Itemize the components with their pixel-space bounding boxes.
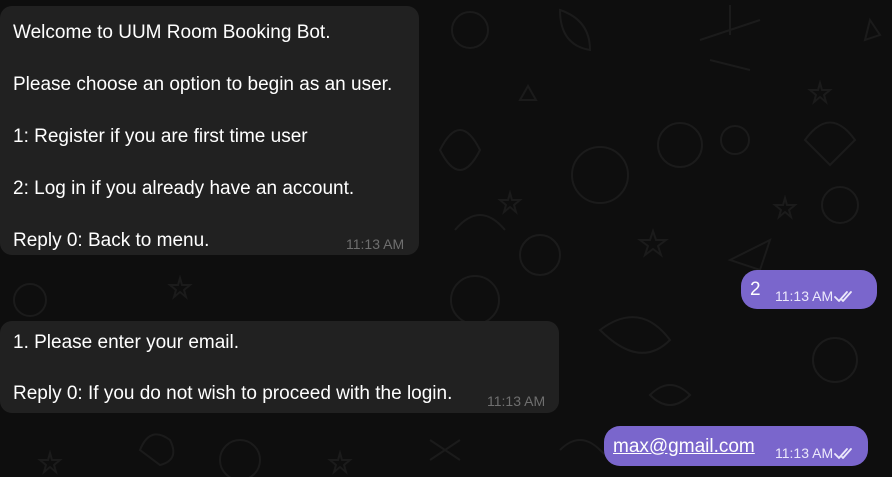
message-timestamp: 11:13 AM: [487, 393, 546, 409]
outgoing-message-email: max@gmail.com 11:13 AM: [604, 426, 868, 466]
double-check-icon: [834, 291, 853, 302]
message-line: Welcome to UUM Room Booking Bot.: [13, 22, 331, 43]
message-timestamp-group: 11:13 AM: [775, 445, 855, 461]
incoming-message-email-prompt: 1. Please enter your email. Reply 0: If …: [0, 321, 559, 413]
incoming-message-welcome: Welcome to UUM Room Booking Bot. Please …: [0, 6, 419, 255]
message-text: 2: [750, 279, 761, 300]
message-line: 2: Log in if you already have an account…: [13, 178, 355, 199]
email-link[interactable]: max@gmail.com: [613, 434, 755, 460]
outgoing-message: 2 11:13 AM: [741, 270, 877, 309]
message-timestamp-group: 11:13 AM: [775, 288, 855, 304]
message-timestamp: 11:13 AM: [775, 445, 834, 461]
message-timestamp: 11:13 AM: [775, 288, 834, 304]
message-timestamp: 11:13 AM: [346, 236, 405, 252]
double-check-icon: [834, 448, 853, 459]
message-line: Reply 0: If you do not wish to proceed w…: [13, 383, 453, 404]
message-line: 1: Register if you are first time user: [13, 126, 308, 147]
message-line: Please choose an option to begin as an u…: [13, 74, 393, 95]
message-line: 1. Please enter your email.: [13, 332, 240, 353]
message-line: Reply 0: Back to menu.: [13, 230, 210, 251]
